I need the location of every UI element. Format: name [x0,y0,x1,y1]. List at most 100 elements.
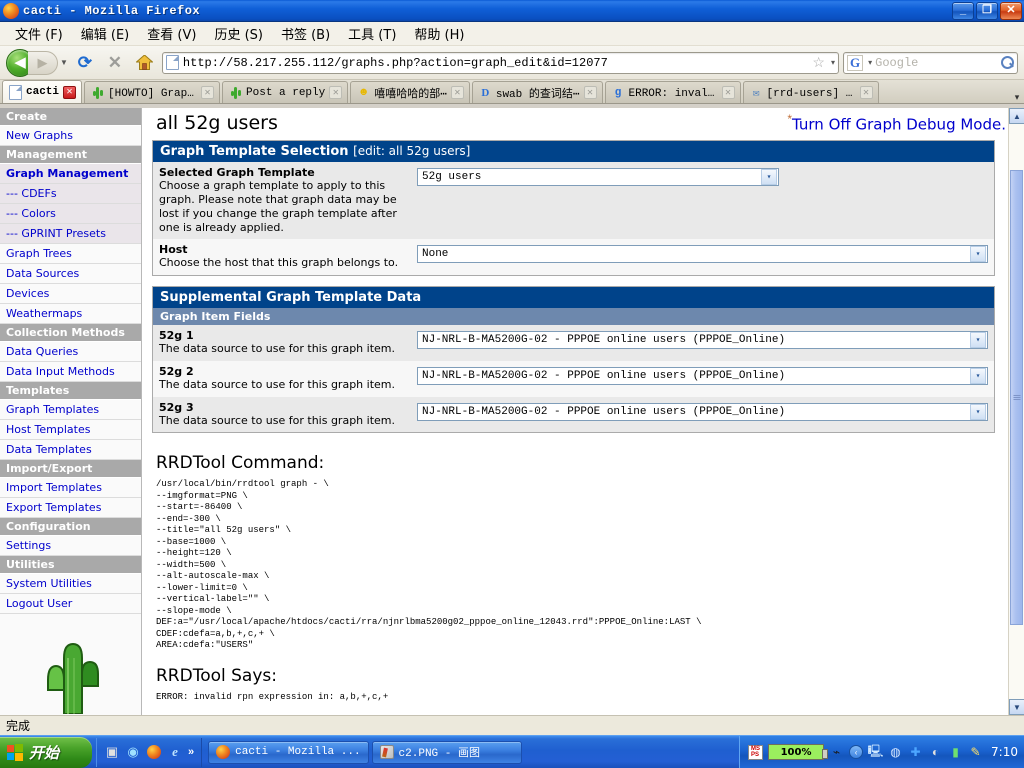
forward-button[interactable]: ▶ [28,50,58,75]
data-source-select-1[interactable]: NJ-NRL-B-MA5200G-02 - PPPOE online users… [417,331,988,350]
tab-post-a-reply[interactable]: Post a reply ✕ [222,81,349,103]
close-button[interactable]: ✕ [1000,1,1022,20]
tab-rrd-users[interactable]: ✉ [rrd-users] C⋯ ✕ [742,81,879,103]
tray-clock[interactable]: 7:10 [991,745,1018,759]
tab-blog[interactable]: ☻ 嘻嘻哈哈的部⋯ ✕ [350,81,470,103]
chevron-down-icon[interactable]: ▾ [761,169,777,186]
bluetooth-icon[interactable]: ✚ [908,745,923,760]
tab-dictionary[interactable]: D swab 的查词结⋯ ✕ [471,81,603,103]
tray-expand-icon[interactable]: ‹ [849,745,864,759]
minimize-button[interactable]: _ [952,1,974,20]
tab-howto-graph[interactable]: [HOWTO] Graph⋯ ✕ [84,81,221,103]
close-icon: ✕ [1006,4,1016,16]
sidebar-item-export-templates[interactable]: Export Templates [0,498,141,518]
start-button[interactable]: 开始 [0,736,92,768]
sidebar-item-data-sources[interactable]: Data Sources [0,264,141,284]
tab-close-icon[interactable]: ✕ [63,85,77,99]
host-select[interactable]: None ▾ [417,245,988,264]
chevron-down-icon[interactable]: ▾ [970,332,986,349]
power-plug-icon[interactable]: ⌁ [829,745,844,760]
scroll-up-button[interactable]: ▲ [1009,108,1024,124]
graph-debug-toggle[interactable]: *Turn Off Graph Debug Mode. [787,112,1006,134]
menu-file[interactable]: 文件 (F) [6,22,72,45]
url-dropdown-icon[interactable]: ▾ [831,58,835,67]
sidebar-item-logout-user[interactable]: Logout User [0,594,141,614]
menu-bookmarks[interactable]: 书签 (B) [272,22,339,45]
tab-cacti[interactable]: cacti ✕ [2,80,83,103]
tab-error-search[interactable]: g ERROR: invali⋯ ✕ [604,81,741,103]
chevron-down-icon[interactable]: ▾ [970,367,986,384]
menu-tools[interactable]: 工具 (T) [339,22,405,45]
history-dropdown-icon[interactable]: ▼ [60,58,68,67]
field-description: The data source to use for this graph it… [159,377,395,391]
menu-history[interactable]: 历史 (S) [205,22,272,45]
sidebar-item-colors[interactable]: --- Colors [0,204,141,224]
url-text[interactable]: http://58.217.255.112/graphs.php?action=… [183,56,809,70]
scroll-thumb[interactable] [1010,170,1023,625]
internet-explorer-icon[interactable]: e [167,744,183,760]
data-source-select-2[interactable]: NJ-NRL-B-MA5200G-02 - PPPOE online users… [417,366,988,385]
sidebar-item-graph-templates[interactable]: Graph Templates [0,400,141,420]
sidebar-item-system-utilities[interactable]: System Utilities [0,574,141,594]
battery-indicator[interactable]: 100% [768,744,829,760]
chevron-down-icon[interactable]: ▾ [970,403,986,420]
page-icon [165,55,179,70]
taskbar-item-firefox[interactable]: cacti - Mozilla ... [208,740,369,764]
vertical-scrollbar[interactable]: ▲ ▼ [1008,108,1024,715]
search-bar[interactable]: G ▾ Google [843,51,1018,74]
search-engine-dropdown-icon[interactable]: ▾ [868,58,872,67]
taskbar-item-paint[interactable]: c2.PNG - 画图 [371,740,522,764]
tab-close-icon[interactable]: ✕ [583,86,597,99]
sidebar-item-graph-trees[interactable]: Graph Trees [0,244,141,264]
stop-button[interactable]: ✕ [102,50,128,76]
reload-button[interactable]: ⟳ [72,50,98,76]
sidebar-item-settings[interactable]: Settings [0,536,141,556]
search-icon[interactable] [1001,56,1014,69]
tab-list-dropdown-icon[interactable]: ▾ [1010,92,1024,103]
home-button[interactable] [132,50,158,76]
network-icon[interactable]: 🖳 [868,744,884,760]
globe-icon[interactable]: ◍ [888,745,903,760]
menu-help[interactable]: 帮助 (H) [405,22,473,45]
maximize-button[interactable]: ❐ [976,1,998,20]
sidebar-item-gprint-presets[interactable]: --- GPRINT Presets [0,224,141,244]
paint-icon [379,745,394,759]
sidebar-item-host-templates[interactable]: Host Templates [0,420,141,440]
google-icon[interactable]: G [847,54,864,71]
firefox-icon[interactable] [146,744,162,760]
search-input[interactable]: Google [875,56,998,70]
sidebar-item-data-input-methods[interactable]: Data Input Methods [0,362,141,382]
media-player-icon[interactable]: ◉ [125,744,141,760]
scroll-down-button[interactable]: ▼ [1009,699,1024,715]
disc-icon[interactable]: ◐ [928,745,943,760]
tab-close-icon[interactable]: ✕ [329,86,343,99]
menu-view[interactable]: 查看 (V) [138,22,205,45]
field-name: Host [159,243,188,257]
graph-template-select[interactable]: 52g users ▾ [417,168,779,187]
menu-edit[interactable]: 编辑 (E) [72,22,139,45]
pencil-icon[interactable]: ✎ [968,745,983,760]
tab-close-icon[interactable]: ✕ [450,86,464,99]
sidebar-item-cdefs[interactable]: --- CDEFs [0,184,141,204]
bookmark-star-icon[interactable]: ☆ [812,54,825,71]
sidebar-item-weathermaps[interactable]: Weathermaps [0,304,141,324]
sidebar-item-data-queries[interactable]: Data Queries [0,342,141,362]
sidebar-item-graph-management[interactable]: Graph Management [0,164,141,184]
chevron-down-icon[interactable]: ▾ [970,246,986,263]
url-bar[interactable]: http://58.217.255.112/graphs.php?action=… [161,51,839,74]
data-source-select-3[interactable]: NJ-NRL-B-MA5200G-02 - PPPOE online users… [417,402,988,421]
quick-launch-more-icon[interactable]: » [188,746,194,758]
tab-close-icon[interactable]: ✕ [859,86,873,99]
page-title-row: all 52g users *Turn Off Graph Debug Mode… [152,108,1024,140]
show-desktop-icon[interactable]: ▣ [104,744,120,760]
browser-window: cacti - Mozilla Firefox _ ❐ ✕ 文件 (F) 编辑 … [0,0,1024,768]
field-name: Selected Graph Template [159,166,315,180]
tab-close-icon[interactable]: ✕ [201,86,215,99]
msn-icon[interactable]: MS PS [748,744,764,760]
sidebar-item-data-templates[interactable]: Data Templates [0,440,141,460]
sidebar-item-devices[interactable]: Devices [0,284,141,304]
sidebar-item-new-graphs[interactable]: New Graphs [0,126,141,146]
sidebar-item-import-templates[interactable]: Import Templates [0,478,141,498]
tab-close-icon[interactable]: ✕ [721,86,735,99]
signal-icon[interactable]: ▮ [948,745,963,760]
